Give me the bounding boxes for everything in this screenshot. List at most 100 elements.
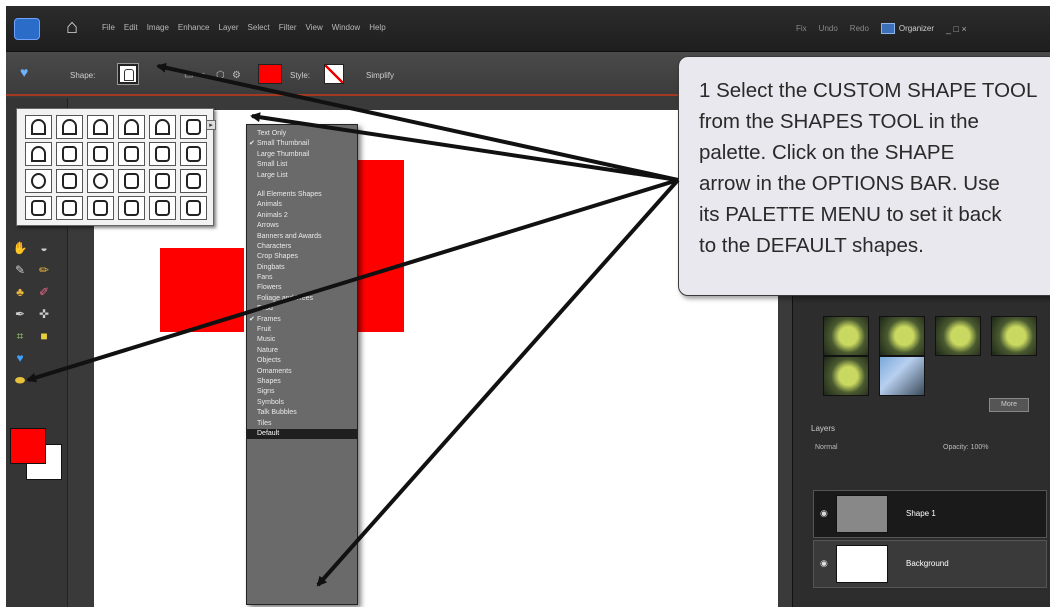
pencil-tool-icon[interactable]: ✒ bbox=[12, 306, 28, 322]
thumbnail[interactable] bbox=[823, 316, 869, 356]
foreground-color-swatch[interactable] bbox=[10, 428, 46, 464]
palette-menu-item[interactable]: All Elements Shapes bbox=[247, 190, 357, 200]
palette-menu-item[interactable]: Nature bbox=[247, 346, 357, 356]
palette-menu-item[interactable]: Characters bbox=[247, 242, 357, 252]
custom-shape-icon[interactable]: ♥ bbox=[12, 350, 28, 366]
redo-button[interactable]: Redo bbox=[850, 24, 869, 33]
thumbnail[interactable] bbox=[823, 356, 869, 396]
simplify-button[interactable]: Simplify bbox=[366, 71, 394, 80]
thumbnail[interactable] bbox=[879, 356, 925, 396]
visibility-eye-icon[interactable]: ◉ bbox=[820, 558, 828, 569]
shape-thumbnail[interactable] bbox=[25, 196, 52, 220]
palette-menu-item[interactable]: Animals bbox=[247, 200, 357, 210]
thumbnail[interactable] bbox=[935, 316, 981, 356]
menu-edit[interactable]: Edit bbox=[124, 23, 138, 32]
zoom-tool-icon[interactable]: ✋ bbox=[12, 240, 28, 256]
stamp-tool-icon[interactable]: ♣ bbox=[12, 284, 28, 300]
hand-tool-icon[interactable]: ◒ bbox=[36, 240, 52, 256]
palette-menu-item[interactable]: Large List bbox=[247, 171, 357, 181]
palette-menu-item[interactable]: Animals 2 bbox=[247, 211, 357, 221]
palette-menu-item[interactable]: Tiles bbox=[247, 419, 357, 429]
shape-thumbnail[interactable] bbox=[87, 115, 114, 139]
menu-help[interactable]: Help bbox=[369, 23, 385, 32]
shape-thumbnail[interactable] bbox=[87, 196, 114, 220]
shape-thumbnail[interactable] bbox=[118, 142, 145, 166]
palette-menu-item[interactable]: Fruit bbox=[247, 325, 357, 335]
palette-menu-item[interactable]: Small List bbox=[247, 160, 357, 170]
palette-menu-item[interactable]: Text Only bbox=[247, 129, 357, 139]
palette-menu-item[interactable]: Small Thumbnail bbox=[247, 139, 357, 150]
text-tool-icon[interactable]: ■ bbox=[36, 328, 52, 344]
layer-row[interactable]: ◉ Background bbox=[813, 540, 1047, 588]
menu-window[interactable]: Window bbox=[332, 23, 360, 32]
layer-row[interactable]: ◉ Shape 1 bbox=[813, 490, 1047, 538]
shape-thumbnail[interactable] bbox=[25, 115, 52, 139]
palette-menu-item[interactable]: Arrows bbox=[247, 221, 357, 231]
shape-color-swatch[interactable] bbox=[258, 64, 282, 84]
thumbnail[interactable] bbox=[879, 316, 925, 356]
palette-menu-item[interactable]: Food bbox=[247, 304, 357, 314]
shape-thumbnail[interactable] bbox=[56, 169, 83, 193]
fix-tab[interactable]: Fix bbox=[796, 24, 807, 33]
palette-menu-item[interactable]: Fans bbox=[247, 273, 357, 283]
palette-menu-item[interactable]: Flowers bbox=[247, 283, 357, 293]
home-icon[interactable]: ⌂ bbox=[66, 16, 78, 39]
crop-tool-icon[interactable]: ⌗ bbox=[12, 328, 28, 344]
menu-view[interactable]: View bbox=[306, 23, 323, 32]
palette-menu-item[interactable]: Signs bbox=[247, 387, 357, 397]
palette-menu-item[interactable]: Crop Shapes bbox=[247, 252, 357, 262]
opacity-field[interactable]: Opacity: 100% bbox=[943, 444, 989, 451]
thumbnail[interactable] bbox=[991, 316, 1037, 356]
shape-thumbnail[interactable] bbox=[87, 142, 114, 166]
palette-menu-item[interactable]: Talk Bubbles bbox=[247, 408, 357, 418]
shape-thumbnail[interactable] bbox=[149, 142, 176, 166]
palette-menu-item[interactable]: Ornaments bbox=[247, 367, 357, 377]
palette-menu-item[interactable]: Shapes bbox=[247, 377, 357, 387]
more-button[interactable]: More bbox=[989, 398, 1029, 412]
polygon-shape-icon[interactable]: ⬡ bbox=[216, 70, 225, 81]
palette-menu-item[interactable]: Default bbox=[247, 428, 357, 440]
menu-image[interactable]: Image bbox=[147, 23, 169, 32]
menu-enhance[interactable]: Enhance bbox=[178, 23, 210, 32]
shape-thumbnail[interactable] bbox=[118, 169, 145, 193]
organizer-button[interactable]: Organizer bbox=[880, 23, 934, 34]
rectangle-shape-icon[interactable]: ▭ bbox=[184, 70, 193, 81]
window-controls[interactable]: _ □ × bbox=[946, 24, 967, 34]
shape-thumbnail[interactable] bbox=[180, 196, 207, 220]
palette-menu-item[interactable]: Large Thumbnail bbox=[247, 150, 357, 160]
style-picker-button[interactable] bbox=[324, 64, 344, 84]
shape-thumbnail[interactable] bbox=[149, 115, 176, 139]
shape-thumbnail[interactable] bbox=[149, 169, 176, 193]
shape-thumbnail[interactable] bbox=[149, 196, 176, 220]
custom-shape-tool-icon[interactable]: ♥ bbox=[20, 64, 28, 80]
layers-panel-title[interactable]: Layers bbox=[811, 424, 835, 433]
palette-menu-arrow-icon[interactable]: ▸ bbox=[206, 120, 216, 130]
shape-thumbnail[interactable] bbox=[25, 142, 52, 166]
settings-gear-icon[interactable]: ⚙ bbox=[232, 70, 241, 81]
menu-filter[interactable]: Filter bbox=[279, 23, 297, 32]
menu-file[interactable]: File bbox=[102, 23, 115, 32]
palette-menu-item[interactable]: Objects bbox=[247, 356, 357, 366]
shape-thumbnail[interactable] bbox=[56, 142, 83, 166]
palette-menu-item[interactable]: Banners and Awards bbox=[247, 232, 357, 242]
menu-select[interactable]: Select bbox=[248, 23, 270, 32]
shape-thumbnail[interactable] bbox=[118, 115, 145, 139]
palette-menu-item[interactable]: Foliage and Trees bbox=[247, 294, 357, 304]
palette-menu-item[interactable]: Frames bbox=[247, 315, 357, 326]
palette-menu-item[interactable]: Dingbats bbox=[247, 263, 357, 273]
palette-menu-item[interactable]: Music bbox=[247, 335, 357, 345]
shape-thumbnail[interactable] bbox=[180, 169, 207, 193]
sponge-tool-icon[interactable]: ⬬ bbox=[12, 372, 28, 388]
eyedropper-tool-icon[interactable]: ✎ bbox=[12, 262, 28, 278]
shape-thumbnail[interactable] bbox=[56, 115, 83, 139]
undo-button[interactable]: Undo bbox=[819, 24, 838, 33]
shape-picker-button[interactable] bbox=[117, 63, 139, 85]
shape-thumbnail[interactable] bbox=[87, 169, 114, 193]
ellipse-shape-icon[interactable]: ○ bbox=[200, 70, 206, 81]
shape-thumbnail[interactable] bbox=[180, 115, 207, 139]
menu-layer[interactable]: Layer bbox=[219, 23, 239, 32]
shape-thumbnail[interactable] bbox=[25, 169, 52, 193]
shape-thumbnail[interactable] bbox=[180, 142, 207, 166]
palette-menu-item[interactable]: Symbols bbox=[247, 398, 357, 408]
eraser-tool-icon[interactable]: ✐ bbox=[36, 284, 52, 300]
